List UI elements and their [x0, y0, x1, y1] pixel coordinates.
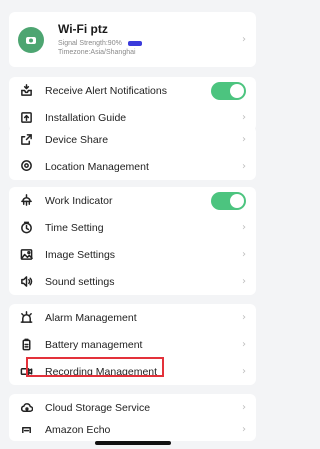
settings-group-3: Work Indicator Time Setting › Image Sett…	[9, 187, 256, 295]
chevron-right-icon: ›	[242, 366, 246, 377]
chevron-right-icon: ›	[242, 34, 246, 45]
row-time-setting[interactable]: Time Setting ›	[9, 214, 256, 241]
chevron-right-icon: ›	[242, 249, 246, 260]
chevron-right-icon: ›	[242, 312, 246, 323]
settings-group-1: Receive Alert Notifications Installation…	[9, 77, 256, 131]
chevron-right-icon: ›	[242, 134, 246, 145]
row-label: Installation Guide	[45, 111, 127, 124]
chevron-right-icon: ›	[242, 112, 246, 123]
signal-bar-icon	[127, 41, 142, 46]
row-label: Work Indicator	[45, 194, 113, 207]
row-label: Time Setting	[45, 221, 104, 234]
alarm-icon	[19, 311, 33, 325]
chevron-right-icon: ›	[242, 222, 246, 233]
settings-group-5: Cloud Storage Service › Amazon Echo ›	[9, 394, 256, 441]
row-label: Recording Management	[45, 365, 158, 378]
row-label: Image Settings	[45, 248, 116, 261]
device-card[interactable]: Wi-Fi ptz Signal Strength:90% Timezone:A…	[9, 12, 256, 67]
row-label: Device Share	[45, 133, 109, 146]
row-label: Location Management	[45, 160, 149, 173]
speaker-icon	[19, 275, 33, 289]
camera-icon	[18, 26, 44, 53]
chevron-right-icon: ›	[242, 339, 246, 350]
clock-icon	[19, 221, 33, 235]
row-label: Amazon Echo	[45, 424, 111, 433]
alert-notifications-toggle[interactable]	[211, 81, 246, 100]
video-icon	[19, 365, 33, 379]
device-name: Wi-Fi ptz	[58, 22, 108, 36]
row-sound-settings[interactable]: Sound settings ›	[9, 268, 256, 295]
chevron-right-icon: ›	[242, 424, 246, 433]
row-location-management[interactable]: Location Management ›	[9, 153, 256, 180]
home-indicator[interactable]	[95, 441, 171, 445]
row-label: Battery management	[45, 338, 143, 351]
timezone: Timezone:Asia/Shanghai	[58, 49, 136, 56]
row-receive-alert-notifications: Receive Alert Notifications	[9, 77, 256, 104]
chevron-right-icon: ›	[242, 161, 246, 172]
row-label: Sound settings	[45, 275, 115, 288]
battery-icon	[19, 338, 33, 352]
upload-box-icon	[19, 111, 33, 125]
row-amazon-echo[interactable]: Amazon Echo ›	[9, 421, 256, 433]
row-label: Cloud Storage Service	[45, 401, 151, 414]
work-indicator-toggle[interactable]	[211, 191, 246, 210]
light-icon	[19, 194, 33, 208]
location-pin-icon	[19, 160, 33, 174]
chevron-right-icon: ›	[242, 276, 246, 287]
row-work-indicator: Work Indicator	[9, 187, 256, 214]
row-image-settings[interactable]: Image Settings ›	[9, 241, 256, 268]
image-icon	[19, 248, 33, 262]
echo-icon	[19, 424, 33, 433]
chevron-right-icon: ›	[242, 402, 246, 413]
share-icon	[19, 133, 33, 147]
row-device-share[interactable]: Device Share ›	[9, 126, 256, 153]
row-alarm-management[interactable]: Alarm Management ›	[9, 304, 256, 331]
signal-strength: Signal Strength:90%	[58, 40, 122, 47]
settings-group-4: Alarm Management › Battery management › …	[9, 304, 256, 385]
row-label: Alarm Management	[45, 311, 137, 324]
cloud-icon	[19, 401, 33, 415]
row-battery-management[interactable]: Battery management ›	[9, 331, 256, 358]
row-recording-management[interactable]: Recording Management ›	[9, 358, 256, 385]
settings-group-2: Device Share › Location Management ›	[9, 126, 256, 180]
bell-tray-icon	[19, 84, 33, 98]
row-cloud-storage-service[interactable]: Cloud Storage Service ›	[9, 394, 256, 421]
row-label: Receive Alert Notifications	[45, 84, 167, 97]
